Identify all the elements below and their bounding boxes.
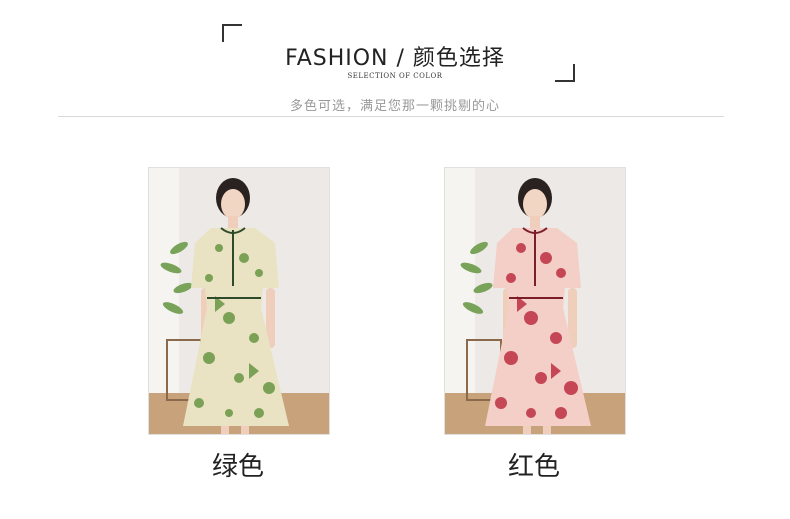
section-subtitle: SELECTION OF COLOR xyxy=(347,72,443,80)
color-label-red[interactable]: 红色 xyxy=(444,446,624,483)
color-label-green[interactable]: 绿色 xyxy=(148,446,328,483)
section-title: FASHION / 颜色选择 xyxy=(285,46,505,71)
section-tagline: 多色可选，满足您那一颗挑剔的心 xyxy=(289,99,500,114)
product-photo-red[interactable] xyxy=(444,167,626,435)
product-photo-green[interactable] xyxy=(148,167,330,435)
divider-line xyxy=(58,116,724,117)
